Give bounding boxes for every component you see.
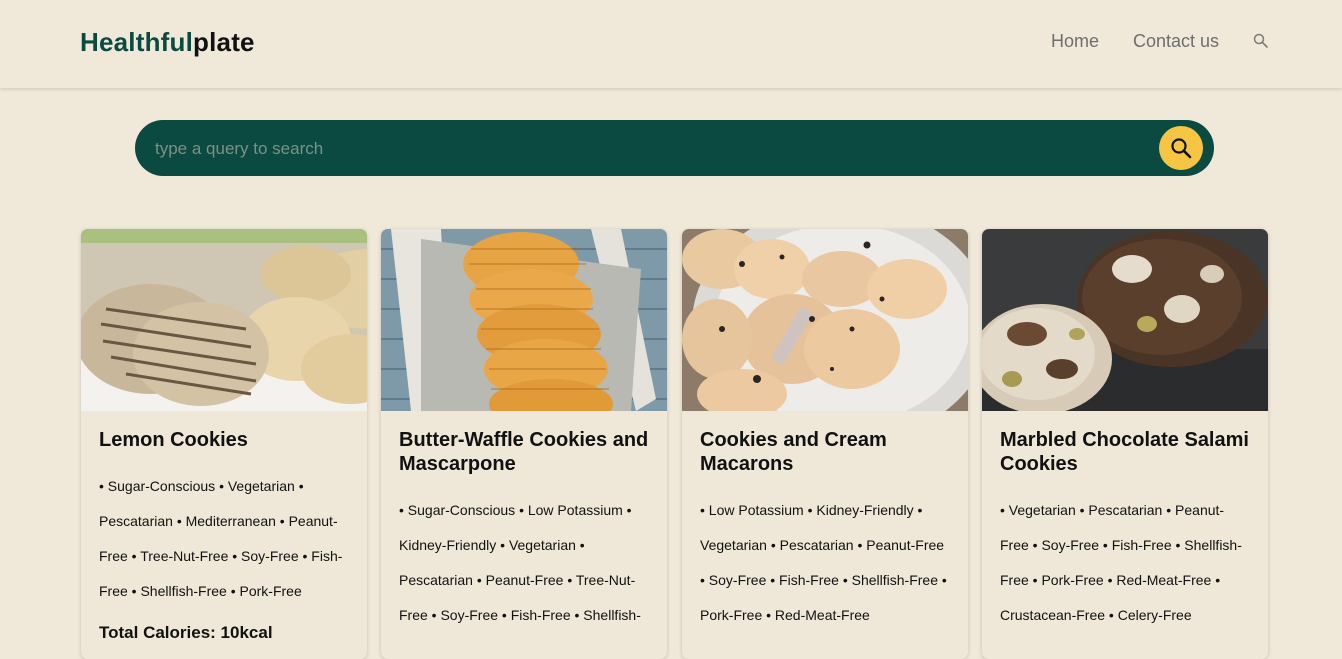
recipe-image-butter-waffle-cookies	[381, 229, 667, 411]
magnifier-icon	[1171, 138, 1192, 159]
recipe-health-labels: • Sugar-Conscious • Low Potassium • Kidn…	[399, 502, 641, 623]
recipe-image-marbled-chocolate-salami-cookies	[982, 229, 1268, 411]
search-button[interactable]	[1159, 126, 1203, 170]
search-bar	[135, 120, 1214, 176]
logo-plate: plate	[193, 27, 255, 57]
recipe-image-lemon-cookies	[81, 229, 367, 411]
recipe-health-labels: • Sugar-Conscious • Vegetarian • Pescata…	[99, 478, 343, 599]
recipe-card[interactable]: Butter-Waffle Cookies and Mascarpone • S…	[381, 229, 667, 659]
recipe-card[interactable]: Cookies and Cream Macarons • Low Potassi…	[682, 229, 968, 659]
site-header: Healthfulplate Home Contact us	[0, 0, 1342, 88]
nav-contact-link[interactable]: Contact us	[1133, 31, 1219, 52]
site-logo[interactable]: Healthfulplate	[80, 27, 255, 58]
nav-home-link[interactable]: Home	[1051, 31, 1099, 52]
recipe-health-labels: • Vegetarian • Pescatarian • Peanut-Free…	[1000, 502, 1242, 623]
recipe-card[interactable]: Marbled Chocolate Salami Cookies • Veget…	[982, 229, 1268, 659]
search-icon[interactable]	[1253, 33, 1269, 49]
recipe-title[interactable]: Marbled Chocolate Salami Cookies	[1000, 428, 1255, 476]
recipe-title[interactable]: Butter-Waffle Cookies and Mascarpone	[399, 428, 654, 476]
recipe-image-cookies-and-cream-macarons	[682, 229, 968, 411]
recipe-calories: Total Calories: 10kcal	[99, 623, 273, 642]
recipe-title[interactable]: Lemon Cookies	[99, 428, 354, 452]
recipe-health-labels: • Low Potassium • Kidney-Friendly • Vege…	[700, 502, 947, 623]
recipe-title[interactable]: Cookies and Cream Macarons	[700, 428, 955, 476]
recipe-card[interactable]: Lemon Cookies • Sugar-Conscious • Vegeta…	[81, 229, 367, 659]
logo-healthful: Healthful	[80, 27, 194, 57]
search-input[interactable]	[153, 134, 1137, 164]
